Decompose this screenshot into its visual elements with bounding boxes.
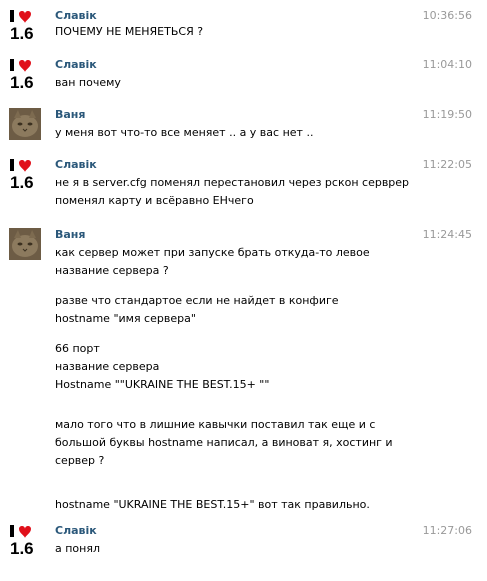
- author-name[interactable]: Славік: [55, 9, 97, 22]
- message-text: у меня вот что-то все меняет .. а у вас …: [55, 126, 314, 139]
- message-body: не я в server.cfg поменял перестановил ч…: [55, 174, 425, 210]
- author-name[interactable]: Славік: [55, 158, 97, 171]
- avatar[interactable]: 1.6: [9, 158, 41, 190]
- message-text: как сервер может при запуске брать откуд…: [55, 246, 374, 277]
- message-text: ван почему: [55, 76, 121, 89]
- avatar[interactable]: [9, 228, 41, 260]
- timestamp[interactable]: 11:27:06: [423, 524, 472, 537]
- message-text: 66 порт название сервера Hostname ""UKRA…: [55, 342, 270, 391]
- avatar[interactable]: 1.6: [9, 9, 41, 41]
- message-text: hostname "UKRAINE THE BEST.15+" вот так …: [55, 498, 370, 511]
- message-body: у меня вот что-то все меняет .. а у вас …: [55, 124, 425, 142]
- avatar[interactable]: [9, 108, 41, 140]
- logo-number: 1.6: [10, 539, 34, 556]
- i-love-16-logo-icon: 1.6: [9, 524, 41, 556]
- logo-number: 1.6: [10, 24, 34, 41]
- cat-photo-icon: [9, 228, 41, 260]
- timestamp[interactable]: 11:04:10: [423, 58, 472, 71]
- i-love-16-logo-icon: 1.6: [9, 58, 41, 90]
- author-name[interactable]: Славік: [55, 58, 97, 71]
- author-name[interactable]: Ваня: [55, 108, 85, 121]
- timestamp[interactable]: 10:36:56: [423, 9, 472, 22]
- logo-number: 1.6: [10, 73, 34, 90]
- message-text: а понял: [55, 542, 100, 555]
- author-name[interactable]: Ваня: [55, 228, 85, 241]
- message-body: ван почему: [55, 74, 425, 92]
- message-text: разве что стандартое если не найдет в ко…: [55, 294, 339, 325]
- timestamp[interactable]: 11:19:50: [423, 108, 472, 121]
- message-body: как сервер может при запуске брать откуд…: [55, 244, 425, 514]
- i-love-16-logo-icon: 1.6: [9, 158, 41, 190]
- message-text: не я в server.cfg поменял перестановил ч…: [55, 176, 413, 207]
- timestamp[interactable]: 11:22:05: [423, 158, 472, 171]
- message-text: ПОЧЕМУ НЕ МЕНЯЕТЬСЯ ?: [55, 25, 204, 38]
- timestamp[interactable]: 11:24:45: [423, 228, 472, 241]
- logo-number: 1.6: [10, 173, 34, 190]
- avatar[interactable]: 1.6: [9, 58, 41, 90]
- message-body: ПОЧЕМУ НЕ МЕНЯЕТЬСЯ ?: [55, 23, 425, 41]
- avatar[interactable]: 1.6: [9, 524, 41, 556]
- cat-photo-icon: [9, 108, 41, 140]
- message-body: а понял: [55, 540, 425, 558]
- message-text: мало того что в лишние кавычки поставил …: [55, 418, 397, 467]
- i-love-16-logo-icon: 1.6: [9, 9, 41, 41]
- author-name[interactable]: Славік: [55, 524, 97, 537]
